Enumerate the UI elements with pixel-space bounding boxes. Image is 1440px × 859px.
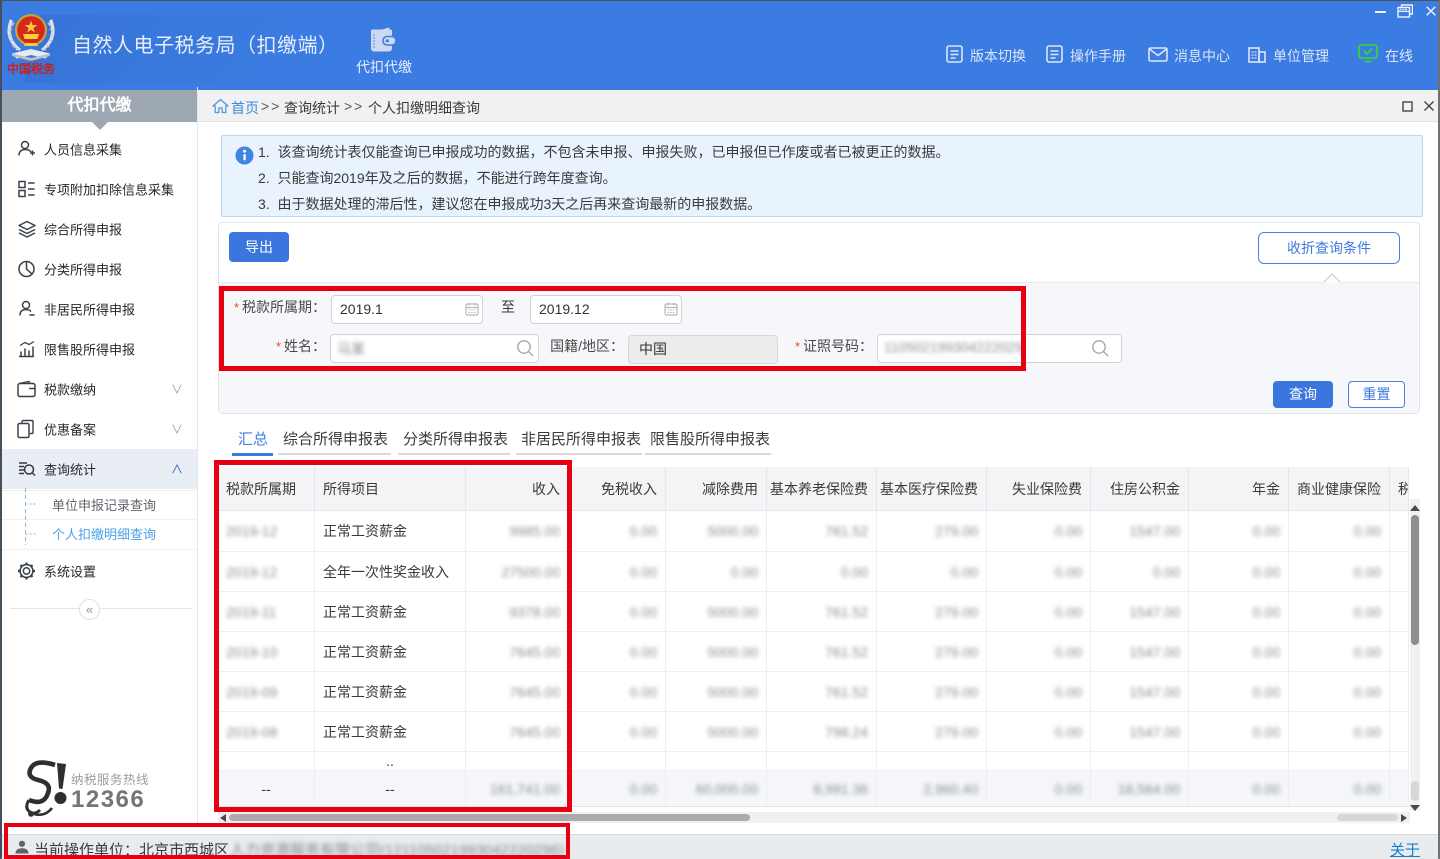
svg-text:中国税务: 中国税务 bbox=[7, 61, 56, 75]
